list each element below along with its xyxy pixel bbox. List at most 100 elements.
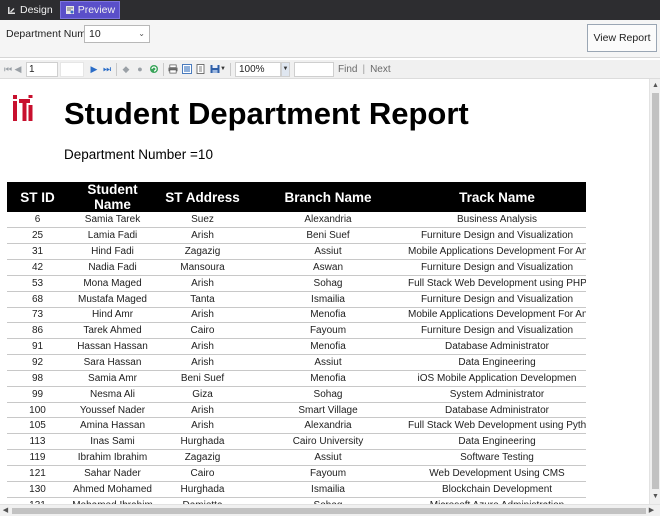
table-cell: 25 [7,227,68,245]
table-cell: Ibrahim Ibrahim [68,449,157,466]
next-link[interactable]: Next [366,64,395,75]
stop-icon[interactable]: ● [135,64,145,74]
table-cell: Beni Suef [157,370,248,387]
report-subtitle: Department Number =10 [64,147,213,162]
table-cell: Youssef Nader [68,402,157,419]
previous-page-icon[interactable]: ◀ [13,64,23,74]
scroll-up-icon[interactable]: ▲ [651,81,660,90]
table-cell: Software Testing [408,449,586,466]
horizontal-scrollbar[interactable]: ◀ ▶ [0,504,660,516]
toolbar-divider [230,62,231,76]
table-body: 6 Samia Tarek Suez Alexandria Business Analy… [7,212,586,504]
table-cell: 53 [7,275,68,292]
table-cell: Assiut [248,354,408,371]
report-toolbar: ⏮ ◀ 1 ▶ ⏭ ◆ ● ▼ 100% ▼ Find | Next [0,60,660,79]
last-page-icon[interactable]: ⏭ [102,64,112,74]
page-count-box [60,61,84,77]
scroll-down-icon[interactable]: ▼ [651,492,660,501]
table-cell: Hassan Hassan [68,338,157,356]
back-icon[interactable]: ◆ [121,64,131,74]
table-cell: Furniture Design and Visualization [408,291,586,308]
zoom-dropdown-icon[interactable]: ▼ [281,61,290,77]
find-link[interactable]: Find [334,64,361,75]
table-cell: 100 [7,402,68,419]
table-row: 119 Ibrahim Ibrahim Zagazig Assiut Software … [7,449,586,466]
table-row: 86 Tarek Ahmed Cairo Fayoum Furniture Design… [7,322,586,340]
table-cell: 105 [7,417,68,435]
refresh-icon[interactable] [149,64,159,74]
table-cell: Database Administrator [408,402,586,419]
table-cell: Menofia [248,338,408,356]
vertical-scroll-thumb[interactable] [652,93,659,489]
tab-preview[interactable]: Preview [59,1,121,19]
table-cell: 130 [7,481,68,498]
table-row: 25 Lamia Fadi Arish Beni Suef Furniture Desi… [7,227,586,245]
zoom-select[interactable]: 100% [235,61,281,77]
table-cell: 98 [7,370,68,387]
chevron-down-icon: ⌄ [138,29,145,38]
table-cell: Assiut [248,243,408,261]
export-icon[interactable] [210,64,220,74]
students-table: ST ID Student Name ST Address Branch Nam… [7,182,586,504]
horizontal-scroll-thumb[interactable] [12,508,646,514]
vertical-scrollbar[interactable]: ▲ ▼ [649,79,660,504]
page-setup-icon[interactable] [196,64,206,74]
table-cell: Smart Village [248,402,408,419]
scroll-right-icon[interactable]: ▶ [647,506,656,516]
department-number-select[interactable]: 10 ⌄ [84,25,150,43]
design-icon [8,7,15,14]
table-row: 68 Mustafa Maged Tanta Ismailia Furniture De… [7,291,586,308]
table-cell: Business Analysis [408,212,586,229]
table-cell: Alexandria [248,417,408,435]
table-cell: Sohag [248,275,408,292]
column-header: ST Address [157,182,248,212]
parameter-area: Department Number 10 ⌄ View Report [0,20,660,80]
print-layout-icon[interactable] [182,64,192,74]
find-input[interactable] [294,61,334,77]
tab-preview-label: Preview [77,4,116,16]
table-cell: Alexandria [248,212,408,229]
table-cell: Arish [157,402,248,419]
column-header: Branch Name [248,182,408,212]
preview-icon [65,6,74,14]
table-cell: 73 [7,307,68,324]
table-cell: 68 [7,291,68,308]
first-page-icon[interactable]: ⏮ [3,64,13,74]
table-cell: Suez [157,212,248,229]
table-cell: System Administrator [408,386,586,403]
table-cell: Mobile Applications Development For Andr… [408,243,586,261]
toolbar-divider [163,62,164,76]
table-cell: Ismailia [248,481,408,498]
tab-design[interactable]: Design [2,1,58,19]
table-row: 105 Amina Hassan Arish Alexandria Full Stack… [7,417,586,435]
table-row: 100 Youssef Nader Arish Smart Village Databa… [7,402,586,419]
table-cell: Mohamed Ibrahim [68,497,157,504]
table-cell: Amina Hassan [68,417,157,435]
table-row: 131Mohamed IbrahimDamiettaSohagMicrosoft… [7,497,586,504]
view-report-button[interactable]: View Report [587,24,657,52]
table-cell: Sohag [248,386,408,403]
export-dropdown-icon[interactable]: ▼ [220,64,226,74]
column-header: ST ID [7,182,68,212]
tab-design-label: Design [20,4,53,16]
table-cell: Fayoum [248,465,408,482]
table-cell: Arish [157,227,248,245]
table-cell: 92 [7,354,68,371]
table-cell: 121 [7,465,68,482]
table-row: 113 Inas Sami Hurghada Cairo University Data… [7,433,586,451]
table-cell: Cairo [157,465,248,482]
table-row: 42 Nadia Fadi Mansoura Aswan Furniture Desig… [7,259,586,276]
table-cell: Menofia [248,307,408,324]
print-icon[interactable] [168,64,178,74]
table-cell: Data Engineering [408,354,586,371]
table-cell: Web Development Using CMS [408,465,586,482]
table-cell: Cairo [157,322,248,340]
table-row: 98 Samia Amr Beni Suef Menofia iOS Mobile Ap… [7,370,586,387]
page-number-input[interactable]: 1 [26,61,58,77]
table-cell: Hind Amr [68,307,157,324]
scroll-left-icon[interactable]: ◀ [1,506,10,516]
next-page-icon[interactable]: ▶ [89,64,99,74]
toolbar-divider [116,62,117,76]
table-cell: Sara Hassan [68,354,157,371]
table-cell: Arish [157,307,248,324]
